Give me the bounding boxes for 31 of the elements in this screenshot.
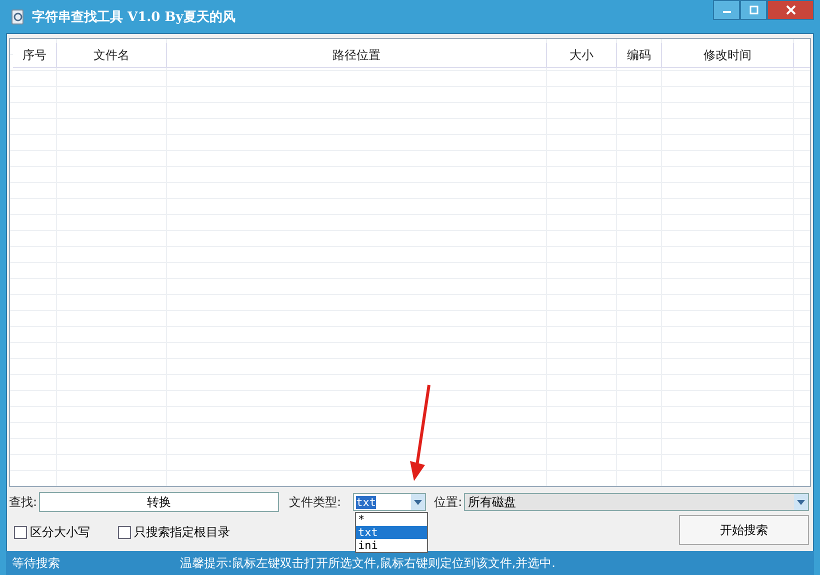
column-header[interactable]: 修改时间 xyxy=(662,43,794,67)
location-label: 位置: xyxy=(434,494,462,510)
checkbox-option[interactable]: 区分大小写 xyxy=(14,524,90,540)
dropdown-option[interactable]: txt xyxy=(356,526,427,539)
column-header[interactable]: 编码 xyxy=(617,43,662,67)
column-header[interactable]: 路径位置 xyxy=(167,43,547,67)
start-search-button[interactable]: 开始搜索 xyxy=(679,515,809,545)
dropdown-icon[interactable] xyxy=(794,494,808,510)
maximize-icon xyxy=(748,5,758,15)
checkbox-option[interactable]: 只搜索指定根目录 xyxy=(118,524,230,540)
location-combo[interactable]: 所有磁盘 xyxy=(464,493,809,511)
checkbox[interactable] xyxy=(118,526,131,538)
maximize-button[interactable] xyxy=(740,0,767,20)
window-title: 字符串查找工具 V1.0 By夏天的风 xyxy=(32,8,236,26)
minimize-button[interactable] xyxy=(713,0,740,20)
dropdown-option[interactable]: ini xyxy=(356,539,427,552)
tip-text: 温馨提示:鼠标左键双击打开所选文件,鼠标右键则定位到该文件,并选中. xyxy=(180,554,556,572)
search-field[interactable]: 转换 xyxy=(39,492,280,512)
file-type-combo[interactable]: txt xyxy=(353,493,426,511)
search-label: 查找: xyxy=(9,494,38,510)
column-header[interactable]: 序号 xyxy=(13,43,57,67)
dropdown-option[interactable]: * xyxy=(356,513,427,526)
status-text: 等待搜索 xyxy=(12,554,60,572)
file-type-label: 文件类型: xyxy=(289,494,342,510)
checkbox[interactable] xyxy=(14,526,27,538)
column-header[interactable]: 大小 xyxy=(547,43,617,67)
dropdown-icon[interactable] xyxy=(411,494,426,510)
column-header[interactable]: 文件名 xyxy=(57,43,167,67)
close-button[interactable] xyxy=(767,0,814,20)
app-icon xyxy=(10,8,26,24)
close-icon xyxy=(784,4,796,16)
